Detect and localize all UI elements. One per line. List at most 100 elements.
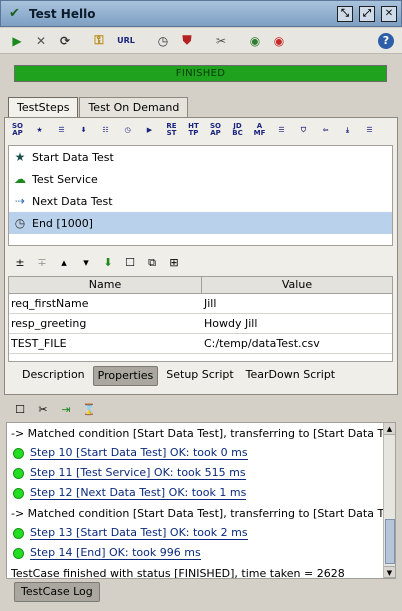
column-header-name[interactable]: Name <box>9 277 202 293</box>
step-type-icon[interactable]: A MF <box>250 122 269 139</box>
list-item[interactable]: ★ Start Data Test <box>9 146 392 168</box>
save-icon[interactable]: ⊞ <box>166 255 182 271</box>
cancel-icon[interactable]: ✕ <box>32 32 50 50</box>
security-icon[interactable]: ⛊ <box>178 32 196 50</box>
log-step-link[interactable]: Step 12 [Next Data Test] OK: took 1 ms <box>30 486 247 500</box>
load-test-icon[interactable]: ◉ <box>246 32 264 50</box>
property-value: Howdy Jill <box>204 317 258 330</box>
list-item[interactable]: Step 12 [Next Data Test] OK: took 1 ms <box>7 483 395 503</box>
clear-icon[interactable]: ☐ <box>122 255 138 271</box>
properties-table: Name Value req_firstName Jill resp_greet… <box>8 276 393 362</box>
loop-icon[interactable]: ⟳ <box>56 32 74 50</box>
step-type-icon[interactable]: SO AP <box>8 122 27 139</box>
add-property-icon[interactable]: ± <box>12 255 28 271</box>
tools-icon[interactable]: ✂ <box>35 402 51 418</box>
step-type-icon[interactable]: HT TP <box>184 122 203 139</box>
toolbar-separator <box>144 32 148 50</box>
step-type-icon[interactable]: SO AP <box>206 122 225 139</box>
remove-property-icon[interactable]: ∓ <box>34 255 50 271</box>
timer-icon[interactable]: ◷ <box>154 32 172 50</box>
step-type-icon[interactable]: ★ <box>30 122 49 139</box>
log-lines: -> Matched condition [Start Data Test], … <box>7 423 395 579</box>
property-name: resp_greeting <box>11 317 87 330</box>
tab-testcase-log[interactable]: TestCase Log <box>14 582 100 602</box>
step-type-icon[interactable]: ⤓ <box>338 122 357 139</box>
step-type-icon[interactable]: JD BC <box>228 122 247 139</box>
log-scrollbar[interactable]: ▲ ▼ <box>383 423 395 578</box>
tab-teardown-script[interactable]: TearDown Script <box>242 366 339 386</box>
move-down-icon[interactable]: ▾ <box>78 255 94 271</box>
scroll-down-icon[interactable]: ▼ <box>384 566 395 578</box>
filter-icon[interactable]: ⌛ <box>81 402 97 418</box>
property-name: req_firstName <box>11 297 89 310</box>
main-tabs: TestSteps Test On Demand <box>8 97 189 117</box>
minimize-icon[interactable]: ⤡ <box>337 6 353 22</box>
table-header: Name Value <box>9 277 392 294</box>
list-item[interactable]: ⇢ Next Data Test <box>9 190 392 212</box>
tab-description[interactable]: Description <box>18 366 89 386</box>
help-icon[interactable]: ? <box>378 33 394 49</box>
step-type-icon[interactable]: ⇦ <box>316 122 335 139</box>
list-item: -> Matched condition [Start Data Test], … <box>7 423 395 443</box>
run-icon[interactable]: ▶ <box>8 32 26 50</box>
column-header-value[interactable]: Value <box>202 277 392 293</box>
step-type-icon[interactable]: ☰ <box>272 122 291 139</box>
log-step-link[interactable]: Step 14 [End] OK: took 996 ms <box>30 546 201 560</box>
load-icon[interactable]: ⬇ <box>100 255 116 271</box>
list-item: TestCase finished with status [FINISHED]… <box>7 563 395 579</box>
maximize-icon[interactable]: ⤢ <box>359 6 375 22</box>
testcase-icon: ✔ <box>9 5 20 21</box>
list-item[interactable]: Step 14 [End] OK: took 996 ms <box>7 543 395 563</box>
properties-toolbar: ± ∓ ▴ ▾ ⬇ ☐ ⧉ ⊞ <box>12 254 182 272</box>
list-item[interactable]: ◷ End [1000] <box>9 212 392 234</box>
log-step-link[interactable]: Step 10 [Start Data Test] OK: took 0 ms <box>30 446 248 460</box>
key-icon[interactable]: ⚿ <box>90 32 108 50</box>
log-step-link[interactable]: Step 13 [Start Data Test] OK: took 2 ms <box>30 526 248 540</box>
table-row[interactable]: resp_greeting Howdy Jill <box>9 314 392 334</box>
table-row[interactable]: req_firstName Jill <box>9 294 392 314</box>
export-icon[interactable]: ⇥ <box>58 402 74 418</box>
toolbar-separator <box>202 32 206 50</box>
list-item[interactable]: ☁ Test Service <box>9 168 392 190</box>
progress-bar: FINISHED <box>14 65 387 82</box>
table-row[interactable]: TEST_FILE C:/temp/dataTest.csv <box>9 334 392 354</box>
log-text: -> Matched condition [Start Data Test], … <box>11 426 396 440</box>
clock-icon: ◷ <box>14 216 26 230</box>
list-item[interactable]: Step 10 [Start Data Test] OK: took 0 ms <box>7 443 395 463</box>
list-item[interactable]: Step 11 [Test Service] OK: took 515 ms <box>7 463 395 483</box>
tab-properties[interactable]: Properties <box>92 366 159 386</box>
copy-icon[interactable]: ⧉ <box>144 255 160 271</box>
property-value: Jill <box>204 297 217 310</box>
close-icon[interactable]: ✕ <box>381 6 397 22</box>
step-subtabs: Description Properties Setup Script Tear… <box>18 366 339 386</box>
step-type-icon[interactable]: ☷ <box>96 122 115 139</box>
step-type-icon[interactable]: ▶ <box>140 122 159 139</box>
testcase-log: -> Matched condition [Start Data Test], … <box>6 422 396 579</box>
status-ok-icon <box>13 527 24 539</box>
move-up-icon[interactable]: ▴ <box>56 255 72 271</box>
list-item[interactable]: Step 13 [Start Data Test] OK: took 2 ms <box>7 523 395 543</box>
steps-toolbar: SO AP ★ ☰ ⬇ ☷ ◷ ▶ RE ST HT TP SO AP JD BC A MF ☰ ⛉ ⇦ ⤓ ☰ <box>8 121 394 139</box>
loop-icon: ⇢ <box>14 194 26 208</box>
scroll-up-icon[interactable]: ▲ <box>384 423 395 435</box>
step-list: ★ Start Data Test ☁ Test Service ⇢ Next … <box>8 145 393 246</box>
window-controls: ⤡ ⤢ ✕ <box>337 6 397 22</box>
step-type-icon[interactable]: ⛉ <box>294 122 313 139</box>
tab-test-on-demand[interactable]: Test On Demand <box>79 97 189 117</box>
scroll-thumb[interactable] <box>385 519 395 564</box>
tools-icon[interactable]: ✂ <box>212 32 230 50</box>
tab-teststeps[interactable]: TestSteps <box>8 97 79 117</box>
window-title: Test Hello <box>29 6 96 21</box>
step-type-icon[interactable]: ◷ <box>118 122 137 139</box>
url-button[interactable]: URL <box>114 32 138 50</box>
security-test-icon[interactable]: ◉ <box>270 32 288 50</box>
step-type-icon[interactable]: ⬇ <box>74 122 93 139</box>
step-type-icon[interactable]: ☰ <box>360 122 379 139</box>
step-type-icon[interactable]: RE ST <box>162 122 181 139</box>
clear-log-icon[interactable]: ☐ <box>12 402 28 418</box>
tab-setup-script[interactable]: Setup Script <box>162 366 237 386</box>
step-type-icon[interactable]: ☰ <box>52 122 71 139</box>
step-label: Start Data Test <box>32 150 114 164</box>
step-label: End [1000] <box>32 216 93 230</box>
log-step-link[interactable]: Step 11 [Test Service] OK: took 515 ms <box>30 466 246 480</box>
